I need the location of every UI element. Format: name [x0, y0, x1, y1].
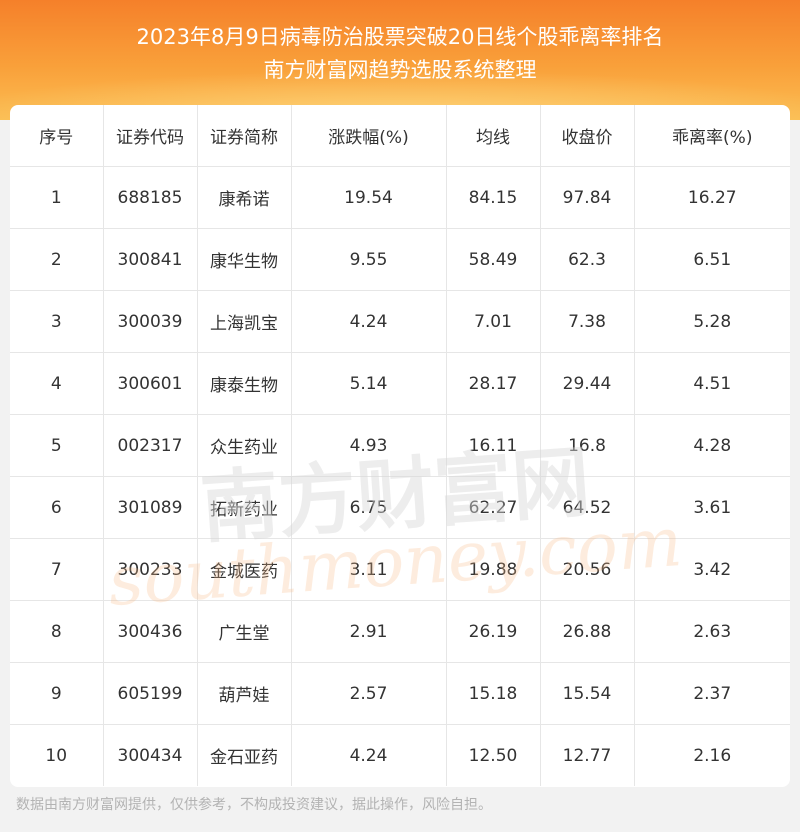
header-banner: 2023年8月9日病毒防治股票突破20日线个股乖离率排名 南方财富网趋势选股系统…	[0, 0, 800, 120]
table-cell: 20.56	[540, 538, 635, 601]
table-row: 9 605199 葫芦娃 2.57 15.18 15.54 2.37	[10, 662, 790, 725]
table-cell: 康华生物	[197, 228, 292, 291]
table-row: 6 301089 拓新药业 6.75 62.27 64.52 3.61	[10, 476, 790, 539]
table-cell: 3.42	[634, 538, 790, 601]
table-cell: 5	[10, 414, 104, 477]
table-cell: 64.52	[540, 476, 635, 539]
table-cell: 15.18	[446, 662, 541, 725]
table-cell: 26.19	[446, 600, 541, 663]
table-cell: 301089	[103, 476, 198, 539]
table-cell: 16.11	[446, 414, 541, 477]
table-cell: 16.27	[634, 166, 790, 229]
table-cell: 97.84	[540, 166, 635, 229]
column-header: 证券简称	[197, 105, 292, 167]
table-cell: 2.63	[634, 600, 790, 663]
table-cell: 2.57	[291, 662, 447, 725]
page-subtitle: 南方财富网趋势选股系统整理	[263, 58, 537, 82]
table-cell: 4.51	[634, 352, 790, 415]
table-cell: 19.88	[446, 538, 541, 601]
table-cell: 2.91	[291, 600, 447, 663]
table-cell: 康泰生物	[197, 352, 292, 415]
ranking-table: 序号 证券代码 证券简称 涨跌幅(%) 均线 收盘价 乖离率(%) 1 688185 康希诺 19…	[10, 105, 790, 786]
table-cell: 62.27	[446, 476, 541, 539]
disclaimer: 数据由南方财富网提供，仅供参考，不构成投资建议，据此操作，风险自担。	[16, 797, 492, 813]
table-cell: 12.50	[446, 724, 541, 786]
table-cell: 6.51	[634, 228, 790, 291]
table-cell: 2.37	[634, 662, 790, 725]
table-row: 8 300436 广生堂 2.91 26.19 26.88 2.63	[10, 600, 790, 663]
table-cell: 广生堂	[197, 600, 292, 663]
table-cell: 62.3	[540, 228, 635, 291]
table-cell: 4	[10, 352, 104, 415]
column-header: 均线	[446, 105, 541, 167]
column-header: 收盘价	[540, 105, 635, 167]
table-cell: 5.28	[634, 290, 790, 353]
table-cell: 葫芦娃	[197, 662, 292, 725]
table-cell: 4.93	[291, 414, 447, 477]
table-cell: 15.54	[540, 662, 635, 725]
table-cell: 10	[10, 724, 104, 786]
table-cell: 28.17	[446, 352, 541, 415]
table-cell: 5.14	[291, 352, 447, 415]
table-cell: 002317	[103, 414, 198, 477]
table-cell: 4.24	[291, 724, 447, 786]
table-cell: 12.77	[540, 724, 635, 786]
table-row: 10 300434 金石亚药 4.24 12.50 12.77 2.16	[10, 724, 790, 786]
table-cell: 26.88	[540, 600, 635, 663]
table-cell: 300436	[103, 600, 198, 663]
table-cell: 16.8	[540, 414, 635, 477]
table-cell: 金石亚药	[197, 724, 292, 786]
table-header-row: 序号 证券代码 证券简称 涨跌幅(%) 均线 收盘价 乖离率(%)	[10, 105, 790, 167]
table-body: 1 688185 康希诺 19.54 84.15 97.84 16.27 2 300841 康华生…	[10, 166, 790, 786]
table-cell: 康希诺	[197, 166, 292, 229]
table-cell: 众生药业	[197, 414, 292, 477]
page-title: 2023年8月9日病毒防治股票突破20日线个股乖离率排名	[136, 25, 664, 49]
table-cell: 7	[10, 538, 104, 601]
table-cell: 9	[10, 662, 104, 725]
column-header: 序号	[10, 105, 104, 167]
column-header: 涨跌幅(%)	[291, 105, 447, 167]
table-row: 4 300601 康泰生物 5.14 28.17 29.44 4.51	[10, 352, 790, 415]
table-cell: 58.49	[446, 228, 541, 291]
table-cell: 29.44	[540, 352, 635, 415]
table-row: 1 688185 康希诺 19.54 84.15 97.84 16.27	[10, 166, 790, 229]
table-cell: 2.16	[693, 745, 732, 766]
table-row: 3 300039 上海凯宝 4.24 7.01 7.38 5.28	[10, 290, 790, 353]
column-header: 乖离率(%)	[634, 105, 790, 167]
table-cell: 84.15	[446, 166, 541, 229]
table-row: 7 300233 金城医药 3.11 19.88 20.56 3.42	[10, 538, 790, 601]
table-row: 5 002317 众生药业 4.93 16.11 16.8 4.28	[10, 414, 790, 477]
table-cell: 9.55	[291, 228, 447, 291]
table-cell: 6.75	[291, 476, 447, 539]
table-cell: 4.24	[291, 290, 447, 353]
column-header: 证券代码	[103, 105, 198, 167]
table-cell: 3.61	[634, 476, 790, 539]
table-cell: 7.38	[540, 290, 635, 353]
table-cell: 1	[10, 166, 104, 229]
table-cell: 688185	[103, 166, 198, 229]
table-cell: 3	[10, 290, 104, 353]
table-cell: 300434	[103, 724, 198, 786]
table-cell: 300601	[103, 352, 198, 415]
table-cell: 3.11	[291, 538, 447, 601]
table-row: 2 300841 康华生物 9.55 58.49 62.3 6.51	[10, 228, 790, 291]
table-cell: 300233	[103, 538, 198, 601]
table-cell: 8	[10, 600, 104, 663]
table-cell: 7.01	[446, 290, 541, 353]
table-cell: 605199	[103, 662, 198, 725]
table-cell: 6	[10, 476, 104, 539]
table-cell: 2	[10, 228, 104, 291]
table-cell: 300039	[103, 290, 198, 353]
table-cell: 金城医药	[197, 538, 292, 601]
table-cell: 19.54	[291, 166, 447, 229]
table-cell: 拓新药业	[197, 476, 292, 539]
table-cell: 300841	[103, 228, 198, 291]
table-card: 序号 证券代码 证券简称 涨跌幅(%) 均线 收盘价 乖离率(%) 1 688185 康希诺 19…	[10, 105, 790, 787]
table-cell: 4.28	[634, 414, 790, 477]
table-cell: 上海凯宝	[197, 290, 292, 353]
